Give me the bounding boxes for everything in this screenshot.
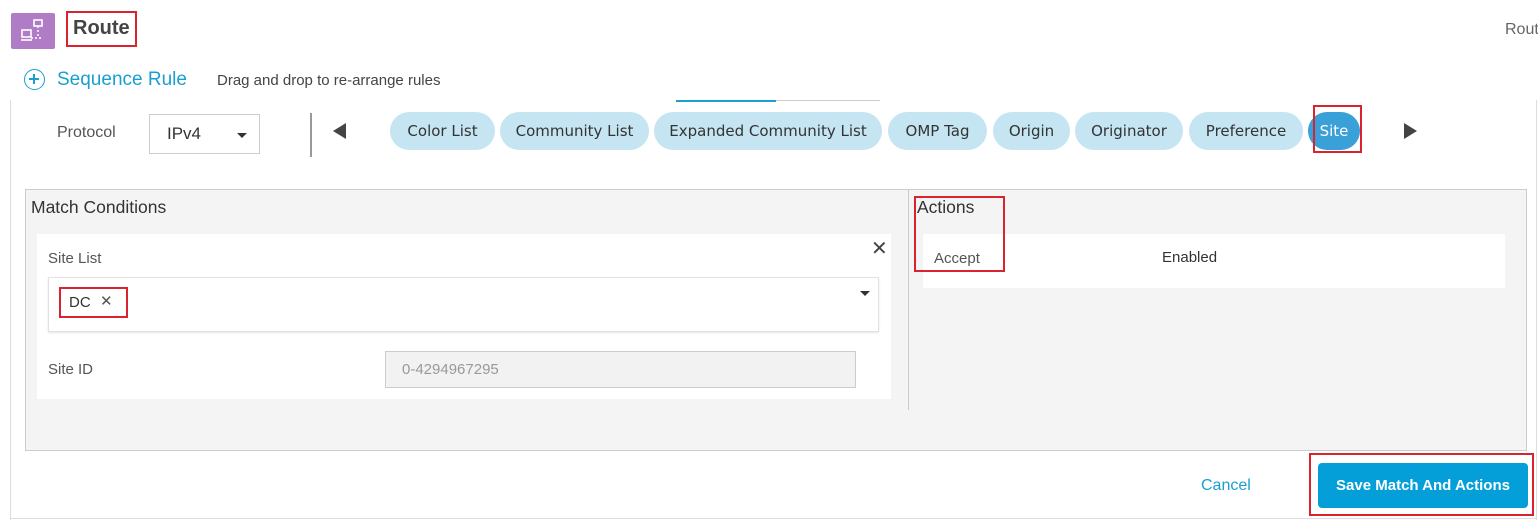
add-sequence-rule-icon[interactable] xyxy=(24,69,45,90)
sequence-rule-hint: Drag and drop to re-arrange rules xyxy=(217,72,441,89)
match-tab-community-list[interactable]: Community List xyxy=(500,112,649,150)
scroll-left-arrow-icon[interactable] xyxy=(333,123,346,139)
site-list-multiselect[interactable] xyxy=(48,277,879,332)
match-tab-omp-tag[interactable]: OMP Tag xyxy=(888,112,987,150)
save-match-and-actions-button[interactable]: Save Match And Actions xyxy=(1318,463,1528,508)
site-id-label: Site ID xyxy=(48,361,94,378)
chevron-down-icon[interactable] xyxy=(860,291,870,296)
header-right-text: Rout xyxy=(1505,21,1538,38)
network-route-icon xyxy=(21,19,43,41)
sequence-rule-button[interactable]: Sequence Rule xyxy=(57,69,187,91)
action-accept-value: Enabled xyxy=(1162,249,1218,266)
match-tab-originator[interactable]: Originator xyxy=(1075,112,1183,150)
site-list-chip: DC xyxy=(69,294,91,311)
match-conditions-title: Match Conditions xyxy=(31,197,167,217)
panel-bottom-border xyxy=(10,518,1537,519)
protocol-label: Protocol xyxy=(57,124,116,141)
protocol-select[interactable]: IPv4 xyxy=(149,114,260,154)
protocol-value: IPv4 xyxy=(167,124,202,143)
divider xyxy=(310,113,312,157)
site-id-input[interactable] xyxy=(385,351,856,388)
action-accept-label: Accept xyxy=(934,250,980,267)
cancel-button[interactable]: Cancel xyxy=(1201,477,1251,495)
actions-title: Actions xyxy=(917,197,975,217)
match-tab-preference[interactable]: Preference xyxy=(1189,112,1303,150)
chevron-down-icon xyxy=(237,133,247,138)
active-tab-indicator xyxy=(676,100,776,102)
column-divider xyxy=(908,190,909,410)
close-icon[interactable]: ✕ xyxy=(871,238,888,258)
site-list-label: Site List xyxy=(48,250,102,267)
page-title: Route xyxy=(73,17,130,39)
match-tab-site[interactable]: Site xyxy=(1308,112,1360,150)
match-tab-color-list[interactable]: Color List xyxy=(390,112,495,150)
route-app-icon xyxy=(11,13,55,49)
remove-chip-icon[interactable]: ✕ xyxy=(100,292,113,310)
tab-underline xyxy=(776,100,880,101)
match-tab-expanded-community-list[interactable]: Expanded Community List xyxy=(654,112,882,150)
scroll-right-arrow-icon[interactable] xyxy=(1404,123,1417,139)
match-tab-origin[interactable]: Origin xyxy=(993,112,1070,150)
